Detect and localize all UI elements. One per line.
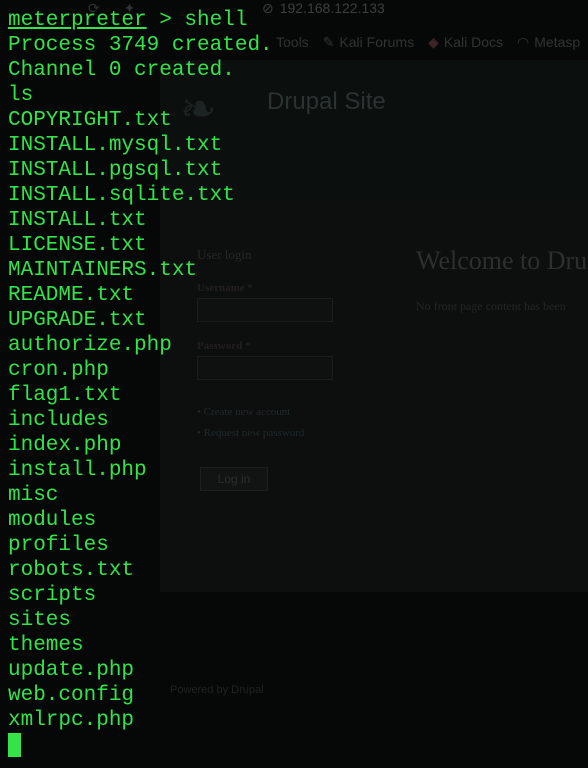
terminal-output-line: includes <box>8 409 109 432</box>
terminal-output-line: LICENSE.txt <box>8 234 147 257</box>
terminal-output[interactable]: meterpreter > shell Process 3749 created… <box>0 0 588 768</box>
terminal-output-line: web.config <box>8 684 135 707</box>
terminal-prompt-line: meterpreter > shell <box>8 8 247 33</box>
terminal-output-line: README.txt <box>8 284 135 307</box>
terminal-output-line: index.php <box>8 434 122 457</box>
terminal-output-line: INSTALL.pgsql.txt <box>8 159 223 182</box>
terminal-output-line: COPYRIGHT.txt <box>8 109 172 132</box>
screen: ⟳ ✦ ⊘ 192.168.122.133 Tools ✎ Kali Forums … <box>0 0 588 768</box>
terminal-cursor <box>8 733 21 757</box>
command-text: > shell <box>146 9 248 32</box>
terminal-output-line: themes <box>8 634 84 657</box>
terminal-output-line: MAINTAINERS.txt <box>8 259 198 282</box>
terminal-output-line: update.php <box>8 659 135 682</box>
terminal-output-line: INSTALL.txt <box>8 209 147 232</box>
terminal-output-line: Channel 0 created. <box>8 59 235 82</box>
terminal-output-line: cron.php <box>8 359 109 382</box>
terminal-output-line: misc <box>8 484 59 507</box>
terminal-output-line: robots.txt <box>8 559 135 582</box>
terminal-output-line: profiles <box>8 534 109 557</box>
terminal-output-line: sites <box>8 609 72 632</box>
terminal-output-line: flag1.txt <box>8 384 122 407</box>
terminal-output-line: INSTALL.sqlite.txt <box>8 184 235 207</box>
terminal-output-line: scripts <box>8 584 97 607</box>
terminal-output-line: xmlrpc.php <box>8 709 135 732</box>
meterpreter-prompt: meterpreter <box>8 9 147 32</box>
terminal-output-line: ls <box>8 84 34 107</box>
terminal-output-line: INSTALL.mysql.txt <box>8 134 223 157</box>
terminal-output-line: authorize.php <box>8 334 172 357</box>
terminal-output-line: UPGRADE.txt <box>8 309 147 332</box>
terminal-output-line: install.php <box>8 459 147 482</box>
terminal-output-line: Process 3749 created. <box>8 34 273 57</box>
terminal-output-line: modules <box>8 509 97 532</box>
